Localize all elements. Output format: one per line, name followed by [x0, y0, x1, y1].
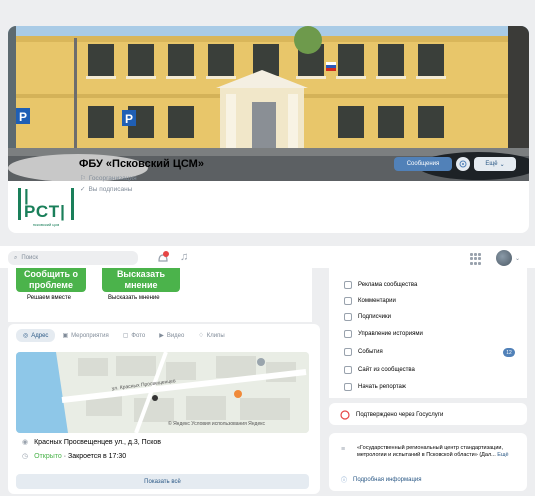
text-icon: ≡: [341, 446, 346, 453]
group-title: ФБУ «Псковский ЦСМ»: [79, 158, 204, 170]
megaphone-icon: [344, 281, 352, 289]
subscription-status[interactable]: ✓ Вы подписаны: [80, 185, 133, 194]
group-type: ⚐ Госорганизация: [80, 174, 137, 183]
info-icon: ⓘ: [341, 478, 348, 484]
music-icon[interactable]: ♫: [180, 251, 192, 265]
apps-grid-icon[interactable]: [470, 253, 482, 265]
detailed-info-link[interactable]: ⓘ Подробная информация: [341, 475, 422, 485]
check-icon: ✓: [80, 186, 86, 193]
give-opinion-caption: Высказать мнение: [108, 295, 160, 301]
svg-text:P: P: [19, 110, 27, 124]
svg-text:P: P: [125, 112, 133, 126]
tab-address-label: Адрес: [31, 332, 49, 339]
menu-item-livestream-label: Начать репортаж: [358, 384, 406, 390]
location-icon: ◉: [22, 439, 29, 446]
chevron-down-icon: ⌄: [499, 161, 505, 168]
menu-item-site-label: Сайт из сообщества: [358, 367, 415, 373]
clock-icon: ◷: [22, 453, 29, 460]
more-button-label: Ещё: [485, 161, 498, 167]
comment-icon: [344, 297, 352, 305]
calendar-icon: [344, 348, 352, 356]
location-map[interactable]: ул. Красных Просвещенцев: [16, 352, 309, 433]
messages-button[interactable]: Сообщения: [394, 157, 452, 171]
tab-events-label: Мероприятия: [71, 332, 109, 339]
search-placeholder: Поиск: [21, 255, 39, 261]
search-input[interactable]: ⌕ Поиск: [8, 251, 138, 265]
info-description: «Государственный региональный центр стан…: [357, 445, 522, 459]
menu-item-comments-label: Комментарии: [358, 298, 396, 304]
show-all-button[interactable]: Показать всё: [16, 474, 309, 489]
address-text: Красных Просвещенцев ул., д.3, Псков: [34, 438, 161, 446]
chevron-down-icon[interactable]: ⌄: [515, 255, 520, 262]
menu-item-events[interactable]: События: [344, 348, 383, 356]
tab-clips-label: Клипы: [206, 332, 225, 339]
subscription-status-label: Вы подписаны: [88, 185, 133, 193]
user-avatar[interactable]: [496, 250, 512, 266]
users-icon: [344, 313, 352, 321]
tab-photos-label: Фото: [131, 332, 146, 339]
bell-icon: [158, 251, 169, 262]
menu-item-comments[interactable]: Комментарии: [344, 297, 396, 305]
gosuslugi-verified[interactable]: Подтверждено через Госуслуги: [340, 410, 443, 420]
group-logo: |РСТ|: [18, 187, 74, 220]
info-more-link[interactable]: Ещё: [497, 452, 508, 458]
give-opinion-button[interactable]: Высказать мнение: [102, 268, 180, 292]
gosuslugi-label: Подтверждено через Госуслуги: [356, 412, 444, 418]
tab-clips[interactable]: ♢ Клипы: [191, 329, 231, 342]
group-type-label: Госорганизация: [88, 174, 137, 182]
group-avatar[interactable]: |РСТ| псковский цсм: [18, 185, 74, 229]
report-problem-caption: Решаем вместе: [27, 295, 71, 301]
menu-item-advertising[interactable]: Реклама сообщества: [344, 281, 417, 289]
menu-item-livestream[interactable]: Начать репортаж: [344, 383, 406, 391]
calendar-icon: ▣: [62, 333, 69, 339]
menu-item-subscribers[interactable]: Подписчики: [344, 313, 391, 321]
share-button[interactable]: [456, 157, 470, 171]
events-count-badge: 12: [503, 348, 515, 357]
menu-item-stories-label: Управление историями: [358, 331, 423, 337]
stories-icon: [344, 330, 352, 338]
share-icon: [459, 160, 467, 168]
group-header-card: P P |РСТ| псковский цсм: [8, 26, 529, 233]
tab-videos[interactable]: ▶ Видео: [152, 329, 191, 342]
tab-videos-label: Видео: [166, 332, 185, 339]
notifications-button[interactable]: [156, 251, 170, 265]
tab-photos[interactable]: ▢ Фото: [116, 329, 152, 342]
details-tabs: ◎ Адрес ▣ Мероприятия ▢ Фото ▶ Видео ♢ Клипы: [16, 329, 232, 342]
photo-icon: ▢: [122, 333, 129, 339]
location-icon: ◎: [23, 333, 29, 339]
menu-item-stories[interactable]: Управление историями: [344, 330, 423, 338]
globe-icon: [344, 366, 352, 374]
tab-address[interactable]: ◎ Адрес: [16, 329, 56, 342]
menu-item-events-label: События: [358, 349, 383, 355]
more-button[interactable]: Ещё ⌄: [474, 157, 516, 171]
report-problem-button[interactable]: Сообщить о проблеме: [16, 268, 86, 292]
tab-events[interactable]: ▣ Мероприятия: [55, 329, 115, 342]
menu-item-subscribers-label: Подписчики: [358, 314, 392, 320]
open-status: Открыто: [34, 452, 62, 460]
detailed-info-label: Подробная информация: [353, 476, 422, 483]
clips-icon: ♢: [198, 333, 204, 339]
search-icon: ⌕: [14, 254, 18, 261]
gosuslugi-icon: [340, 410, 350, 420]
map-attribution[interactable]: © Яндекс Условия использования Яндекс: [168, 421, 265, 427]
hours-row[interactable]: ◷ Открыто · Закроется в 17:30: [22, 452, 127, 461]
broadcast-icon: [344, 383, 352, 391]
menu-item-advertising-label: Реклама сообщества: [358, 282, 418, 288]
address-row: ◉ Красных Просвещенцев ул., д.3, Псков: [22, 438, 161, 447]
video-icon: ▶: [159, 333, 164, 339]
menu-item-site[interactable]: Сайт из сообщества: [344, 366, 415, 374]
info-description-text: «Государственный региональный центр стан…: [357, 445, 503, 458]
group-logo-subtitle: псковский цсм: [32, 221, 60, 227]
flag-icon: ⚐: [80, 175, 86, 182]
closing-time: · Закроется в 17:30: [63, 452, 127, 460]
